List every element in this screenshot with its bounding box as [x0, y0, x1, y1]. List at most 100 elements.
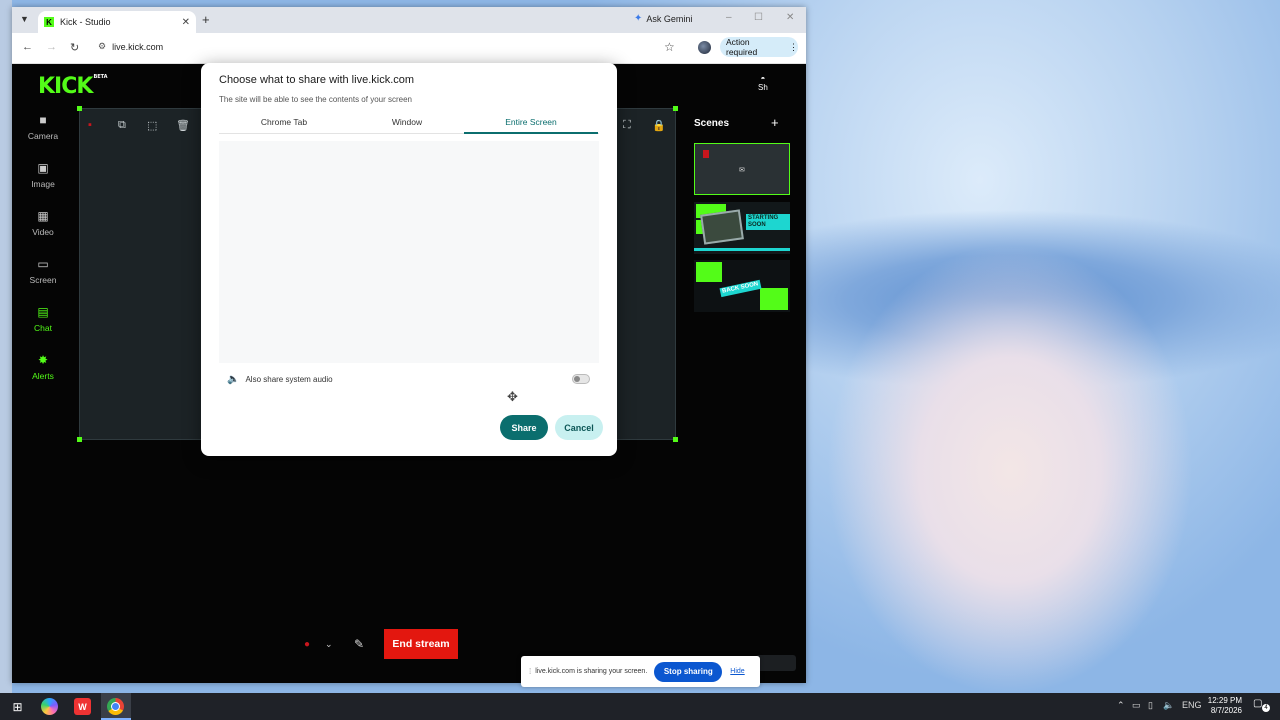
sidebar-item-video[interactable]: ▦ Video [12, 209, 74, 237]
dialog-subtitle: The site will be able to see the content… [219, 95, 412, 104]
tab-entire-screen[interactable]: Entire Screen [464, 117, 598, 134]
url-text: live.kick.com [112, 41, 164, 52]
minimize-button[interactable]: – [726, 12, 732, 23]
tab-chrome-tab[interactable]: Chrome Tab [217, 117, 351, 132]
end-stream-button[interactable]: End stream [384, 629, 458, 659]
avatar-icon: ◓ [760, 74, 766, 83]
stop-sharing-button[interactable]: Stop sharing [654, 661, 723, 682]
resize-handle[interactable] [77, 106, 82, 111]
tray-chevron-icon[interactable]: ⌃ [1117, 700, 1125, 711]
sidebar-item-chat[interactable]: ▤ Chat [12, 305, 74, 333]
address-bar[interactable]: ⚙ live.kick.com [98, 41, 163, 52]
share-screen-dialog: Choose what to share with live.kick.com … [201, 63, 617, 456]
scene-mark [696, 262, 722, 282]
chrome-icon[interactable] [107, 698, 124, 715]
crop-icon[interactable]: ⧉ [118, 119, 126, 132]
tab-close-icon[interactable]: ✕ [182, 17, 190, 28]
tab-list-chevron-icon[interactable]: ▼ [20, 14, 29, 24]
kick-logo[interactable]: KICKBETA [38, 74, 108, 99]
fullscreen-icon[interactable]: ⛶ [623, 119, 631, 132]
wps-office-icon[interactable]: W [74, 698, 91, 715]
windows-start-icon[interactable]: ⊞ [9, 698, 26, 715]
screen-icon: ▭ [37, 257, 49, 271]
resize-handle[interactable] [673, 437, 678, 442]
volume-icon[interactable]: 🔈 [1163, 700, 1174, 711]
user-avatar[interactable]: ◓ Sh [758, 74, 768, 92]
screen-sharing-bar: ⁞ live.kick.com is sharing your screen. … [521, 656, 760, 687]
system-audio-row: 🔈 Also share system audio [227, 374, 333, 385]
chat-icon: ▤ [37, 305, 49, 319]
copilot-icon[interactable] [41, 698, 58, 715]
kick-favicon-icon: K [44, 17, 54, 27]
scene-tv-graphic [700, 209, 744, 245]
profile-avatar[interactable] [698, 41, 711, 54]
kebab-menu-icon[interactable]: ⋮ [789, 42, 798, 53]
dialog-title: Choose what to share with live.kick.com [219, 74, 415, 86]
system-audio-toggle[interactable] [572, 374, 590, 384]
tab-title: Kick - Studio [60, 17, 111, 27]
sidebar-label: Camera [27, 131, 59, 141]
add-scene-button[interactable]: + [771, 115, 779, 130]
scene-label: BACK SOON [719, 279, 762, 298]
tab-kick-studio[interactable]: K Kick - Studio ✕ [38, 11, 196, 33]
video-icon: ▦ [37, 209, 49, 223]
action-required-button[interactable]: Action required ⋮ [720, 37, 798, 57]
cancel-button[interactable]: Cancel [555, 415, 603, 440]
scene-thumbnail-2[interactable]: STARTING SOON [694, 202, 790, 254]
chevron-down-icon[interactable]: ⌄ [325, 639, 333, 650]
scene-thumbnail-1[interactable]: ✉ [694, 143, 790, 195]
scene-label: STARTING SOON [746, 214, 790, 230]
monitor-icon[interactable]: ▯ [1148, 700, 1153, 711]
tab-window[interactable]: Window [340, 117, 474, 132]
share-button[interactable]: Share [500, 415, 548, 440]
microphone-icon[interactable]: ● [304, 639, 310, 650]
sidebar-label: Image [31, 179, 55, 189]
trash-icon[interactable]: 🗑 [176, 119, 190, 132]
sidebar-item-camera[interactable]: ■ Camera [12, 113, 74, 141]
system-clock[interactable]: 12:29 PM 8/7/2026 [1200, 696, 1242, 716]
speaker-icon: 🔈 [227, 374, 240, 385]
bookmark-star-icon[interactable]: ☆ [664, 40, 675, 54]
maximize-button[interactable]: ☐ [754, 12, 763, 23]
scene-thumbnail-3[interactable]: BACK SOON [694, 260, 790, 312]
ask-gemini-label: Ask Gemini [646, 13, 693, 24]
tab-strip: ▼ K Kick - Studio ✕ + ✦ Ask Gemini – ☐ ✕ [12, 7, 806, 33]
hide-link[interactable]: Hide [730, 668, 744, 675]
sidebar-item-alerts[interactable]: ✸ Alerts [12, 353, 74, 381]
sidebar-label: Chat [34, 323, 52, 333]
gemini-sparkle-icon: ✦ [634, 13, 643, 24]
clock-time: 12:29 PM [1207, 696, 1242, 705]
action-required-label: Action required [726, 37, 758, 57]
resize-handle[interactable] [673, 106, 678, 111]
alerts-icon: ✸ [37, 353, 49, 367]
sidebar-item-image[interactable]: ▣ Image [12, 161, 74, 189]
browser-toolbar: ← → ↻ ⚙ live.kick.com ☆ Action required … [12, 33, 806, 64]
sidebar-label: Alerts [32, 371, 54, 381]
select-area-icon[interactable]: ⬚ [147, 119, 157, 132]
image-icon: ▣ [37, 161, 49, 175]
pencil-icon[interactable]: ✎ [354, 637, 364, 651]
system-audio-label: Also share system audio [245, 375, 333, 384]
ask-gemini-button[interactable]: ✦ Ask Gemini [634, 13, 692, 24]
notification-count-badge: 4 [1262, 704, 1270, 712]
back-arrow-icon[interactable]: ← [22, 41, 33, 53]
reload-icon[interactable]: ↻ [70, 41, 79, 54]
scene-mark [703, 150, 709, 158]
drag-grip-icon[interactable]: ⁞ [529, 667, 531, 676]
screen-preview-area[interactable] [219, 141, 599, 363]
language-indicator[interactable]: ENG [1182, 700, 1202, 710]
resize-handle[interactable] [77, 437, 82, 442]
site-settings-icon[interactable]: ⚙ [98, 41, 106, 52]
network-icon[interactable]: ▭ [1132, 700, 1141, 711]
close-window-button[interactable]: ✕ [786, 12, 794, 23]
camera-icon: ■ [39, 113, 47, 127]
layer-color-icon[interactable]: ▪ [88, 119, 92, 131]
lock-icon[interactable]: 🔒 [652, 119, 666, 132]
scenes-title: Scenes [694, 118, 730, 129]
sidebar-item-screen[interactable]: ▭ Screen [12, 257, 74, 285]
background-button [756, 655, 796, 671]
desktop-edge [0, 0, 12, 693]
forward-arrow-icon[interactable]: → [46, 41, 57, 53]
new-tab-button[interactable]: + [202, 12, 210, 27]
clock-date: 8/7/2026 [1210, 706, 1242, 715]
